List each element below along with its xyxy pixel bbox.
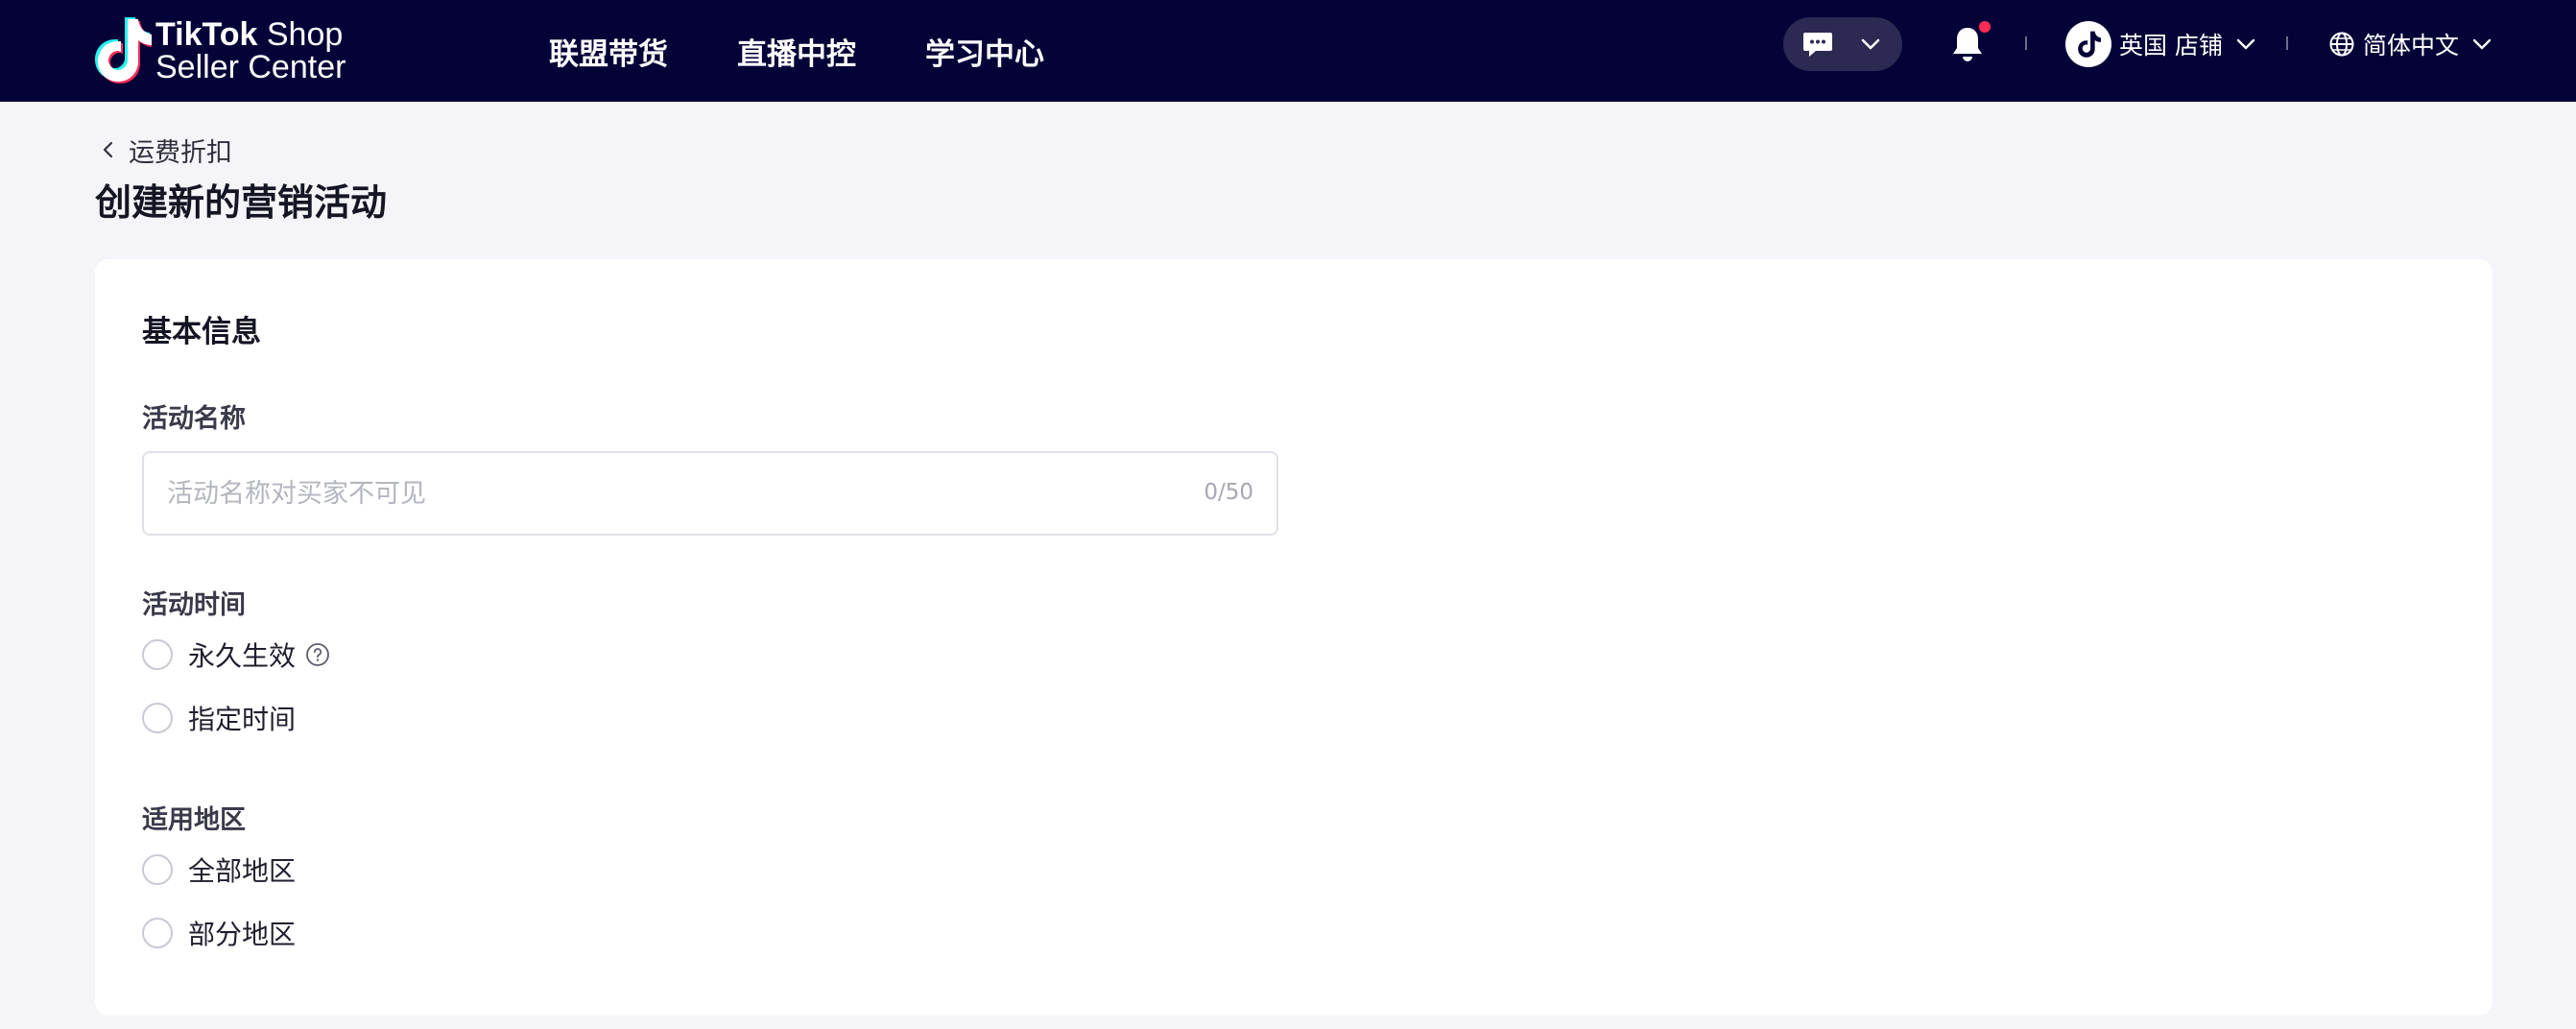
chat-button[interactable] xyxy=(1783,17,1902,71)
radio-button[interactable] xyxy=(142,703,173,733)
chevron-down-icon xyxy=(1861,38,1880,50)
top-navigation-bar: TikTok Shop Seller Center 联盟带货 直播中控 学习中心… xyxy=(0,0,2576,102)
chevron-left-icon xyxy=(103,141,113,158)
radio-button[interactable] xyxy=(142,918,173,948)
campaign-name-field[interactable]: 0/50 xyxy=(142,451,1278,536)
nav-item-live-control[interactable]: 直播中控 xyxy=(737,30,856,73)
language-selector[interactable]: 简体中文 xyxy=(2328,27,2492,61)
campaign-name-label: 活动名称 xyxy=(142,404,246,434)
applicable-region-label: 适用地区 xyxy=(142,805,246,835)
campaign-time-label: 活动时间 xyxy=(142,590,246,620)
nav-item-learning-center[interactable]: 学习中心 xyxy=(925,30,1044,73)
radio-label: 永久生效 xyxy=(188,640,297,672)
main-nav: 联盟带货 直播中控 学习中心 xyxy=(549,0,1044,102)
tiktok-shop-logo[interactable]: TikTok Shop Seller Center xyxy=(94,12,353,90)
language-label: 简体中文 xyxy=(2363,32,2460,60)
radio-partial-regions[interactable]: 部分地区 xyxy=(142,914,296,952)
character-counter: 0/50 xyxy=(1204,480,1253,505)
radio-permanent[interactable]: 永久生效 xyxy=(142,635,330,674)
divider xyxy=(2025,36,2027,50)
radio-label: 全部地区 xyxy=(188,855,297,887)
help-icon[interactable] xyxy=(305,642,330,667)
campaign-name-input[interactable] xyxy=(167,453,1165,534)
back-link-label: 运费折扣 xyxy=(129,137,232,168)
page-title: 创建新的营销活动 xyxy=(95,181,388,224)
nav-item-affiliate[interactable]: 联盟带货 xyxy=(549,30,668,73)
radio-specified-time[interactable]: 指定时间 xyxy=(142,699,296,737)
notification-dot xyxy=(1979,21,1991,33)
logo-subtitle: Seller Center xyxy=(155,49,346,85)
divider xyxy=(2286,36,2288,50)
tiktok-logo-icon xyxy=(95,17,152,84)
radio-button[interactable] xyxy=(142,854,173,885)
store-label: 英国 店铺 xyxy=(2119,32,2223,60)
chevron-down-icon xyxy=(2236,38,2255,50)
store-avatar xyxy=(2065,21,2111,67)
section-title: 基本信息 xyxy=(142,315,261,349)
back-link[interactable]: 运费折扣 xyxy=(98,131,232,169)
store-selector[interactable]: 英国 店铺 xyxy=(2065,21,2255,67)
basic-info-card: 基本信息 活动名称 0/50 活动时间 永久生效 指定时间 适用地区 全部地区 … xyxy=(95,259,2493,1016)
radio-label: 指定时间 xyxy=(188,704,297,735)
logo-title: TikTok Shop xyxy=(155,16,344,53)
radio-label: 部分地区 xyxy=(188,919,297,950)
chevron-down-icon xyxy=(2472,38,2492,50)
radio-button[interactable] xyxy=(142,639,173,670)
globe-icon xyxy=(2329,32,2354,57)
chat-bubble-icon xyxy=(1803,33,1832,57)
tiktok-logo-icon xyxy=(2078,31,2101,58)
radio-all-regions[interactable]: 全部地区 xyxy=(142,850,296,889)
